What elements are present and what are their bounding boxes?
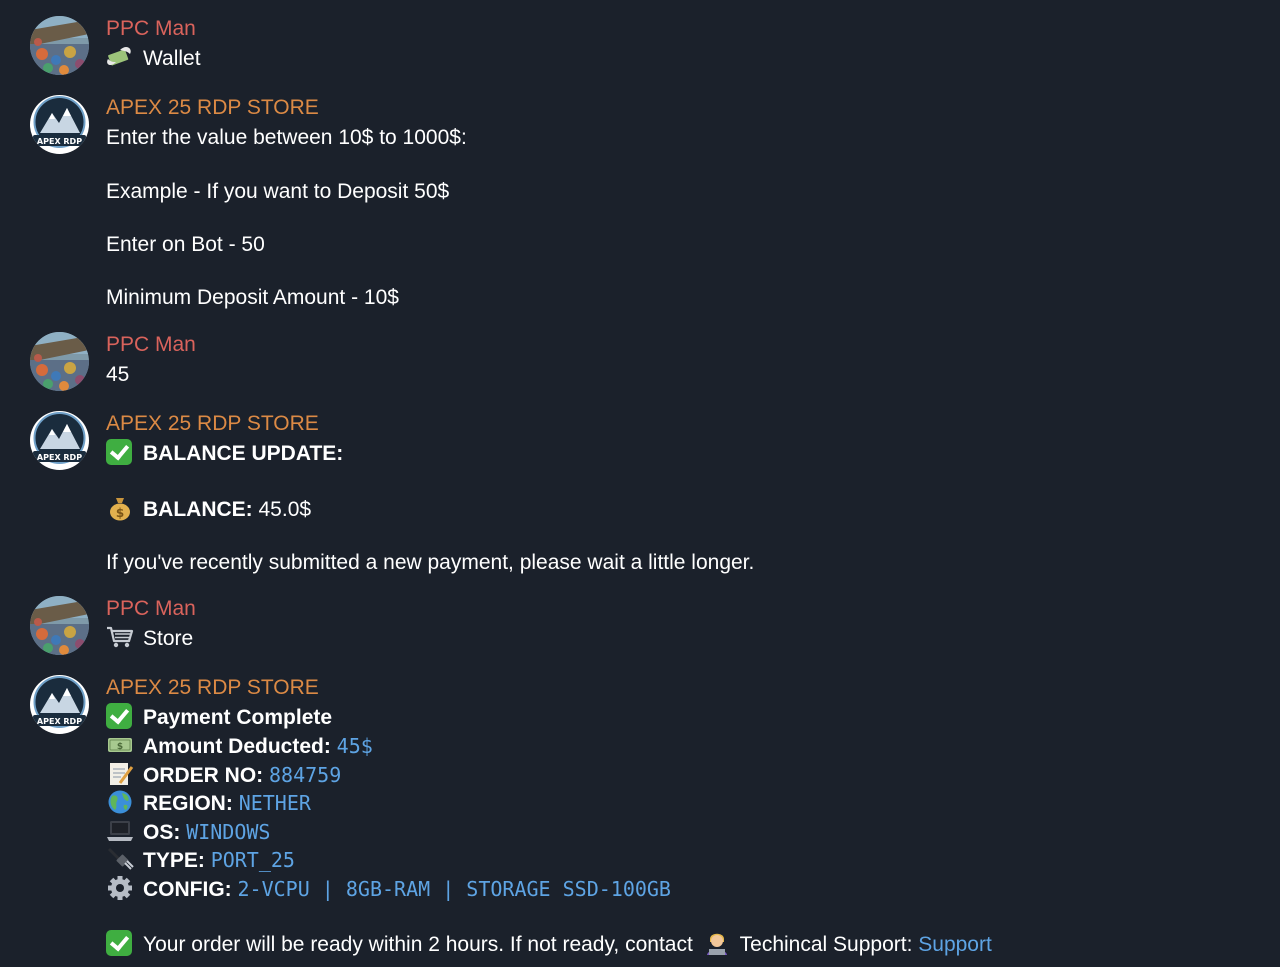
sender-name[interactable]: PPC Man bbox=[106, 14, 1266, 44]
avatar-ppc-man[interactable] bbox=[30, 596, 89, 655]
wallet-text: Wallet bbox=[143, 47, 201, 70]
check-mark-icon bbox=[106, 929, 132, 956]
avatar-ppc-man[interactable] bbox=[30, 332, 89, 391]
avatar-ppc-man[interactable] bbox=[30, 16, 89, 75]
svg-text:$: $ bbox=[117, 742, 123, 752]
order-field-amount: $ Amount Deducted: 45$ bbox=[106, 732, 1266, 761]
money-bag-icon: $ bbox=[106, 495, 134, 521]
sender-name[interactable]: APEX 25 RDP STORE bbox=[106, 93, 1266, 123]
field-value: WINDOWS bbox=[186, 819, 271, 844]
avatar-logo-text: APEX RDP bbox=[37, 717, 82, 726]
avatar-apex-rdp[interactable]: APEX RDP bbox=[30, 411, 89, 470]
payment-complete-label: Payment Complete bbox=[143, 706, 333, 729]
ready-line: Your order will be ready within 2 hours.… bbox=[106, 929, 1266, 959]
ready-text: Your order will be ready within 2 hours.… bbox=[143, 932, 693, 956]
field-label: CONFIG: bbox=[143, 877, 232, 901]
message-text: Store bbox=[106, 624, 1266, 653]
message-text: 45 bbox=[106, 363, 130, 386]
avatar-logo-text: APEX RDP bbox=[37, 137, 82, 146]
field-value: 2-VCPU | 8GB-RAM | STORAGE SSD-100GB bbox=[237, 876, 671, 901]
message-text: Wallet bbox=[106, 44, 1266, 73]
field-value: 45$ bbox=[336, 734, 373, 758]
chat-history: PPC Man Wallet APEX RDP APEX 25 RDP STOR… bbox=[0, 0, 1280, 967]
balance-label: BALANCE: bbox=[143, 497, 253, 521]
message-line: Example - If you want to Deposit 50$ bbox=[106, 179, 450, 203]
balance-value: 45.0$ bbox=[258, 497, 312, 521]
gear-icon bbox=[106, 875, 134, 901]
field-value: 884759 bbox=[269, 762, 342, 787]
balance-update-line: BALANCE UPDATE: bbox=[106, 439, 1266, 468]
plug-icon bbox=[106, 846, 134, 872]
sender-name[interactable]: PPC Man bbox=[106, 594, 1266, 624]
balance-line: $ BALANCE: 45.0$ bbox=[106, 495, 1266, 524]
message-line: Minimum Deposit Amount - 10$ bbox=[106, 285, 399, 309]
sender-name[interactable]: APEX 25 RDP STORE bbox=[106, 673, 1266, 703]
shopping-cart-icon bbox=[106, 624, 134, 650]
support-label: Techincal Support: bbox=[739, 932, 913, 956]
order-field-type: TYPE: PORT_25 bbox=[106, 846, 1266, 875]
payment-note: If you've recently submitted a new payme… bbox=[106, 550, 755, 574]
balance-update-label: BALANCE UPDATE: bbox=[143, 442, 344, 465]
money-wings-icon bbox=[106, 44, 134, 70]
field-label: REGION: bbox=[143, 792, 233, 815]
message-line: Enter the value between 10$ to 1000$: bbox=[106, 126, 467, 149]
payment-complete-line: Payment Complete bbox=[106, 703, 1266, 732]
field-value: NETHER bbox=[238, 791, 311, 815]
check-mark-icon bbox=[106, 439, 132, 465]
laptop-icon bbox=[106, 818, 134, 844]
dollar-bill-icon: $ bbox=[106, 732, 134, 758]
avatar-apex-rdp[interactable]: APEX RDP bbox=[30, 95, 89, 154]
svg-text:$: $ bbox=[116, 506, 124, 520]
sender-name[interactable]: APEX 25 RDP STORE bbox=[106, 409, 1266, 439]
order-field-config: CONFIG: 2-VCPU | 8GB-RAM | STORAGE SSD-1… bbox=[106, 875, 1266, 904]
field-label: Amount Deducted: bbox=[143, 735, 331, 758]
check-mark-icon bbox=[106, 703, 132, 729]
memo-icon bbox=[106, 761, 134, 787]
store-text: Store bbox=[143, 627, 194, 650]
avatar-logo-text: APEX RDP bbox=[37, 453, 82, 462]
field-value: PORT_25 bbox=[210, 848, 295, 872]
avatar-apex-rdp[interactable]: APEX RDP bbox=[30, 675, 89, 734]
globe-icon bbox=[106, 789, 134, 815]
message-line: Enter on Bot - 50 bbox=[106, 232, 265, 256]
field-label: ORDER NO: bbox=[143, 763, 264, 787]
technologist-icon bbox=[703, 930, 731, 956]
sender-name[interactable]: PPC Man bbox=[106, 330, 1266, 360]
order-field-os: OS: WINDOWS bbox=[106, 818, 1266, 847]
order-field-number: ORDER NO: 884759 bbox=[106, 761, 1266, 790]
field-label: TYPE: bbox=[143, 849, 205, 872]
field-label: OS: bbox=[143, 820, 181, 844]
order-field-region: REGION: NETHER bbox=[106, 789, 1266, 818]
support-link[interactable]: Support bbox=[918, 933, 992, 956]
